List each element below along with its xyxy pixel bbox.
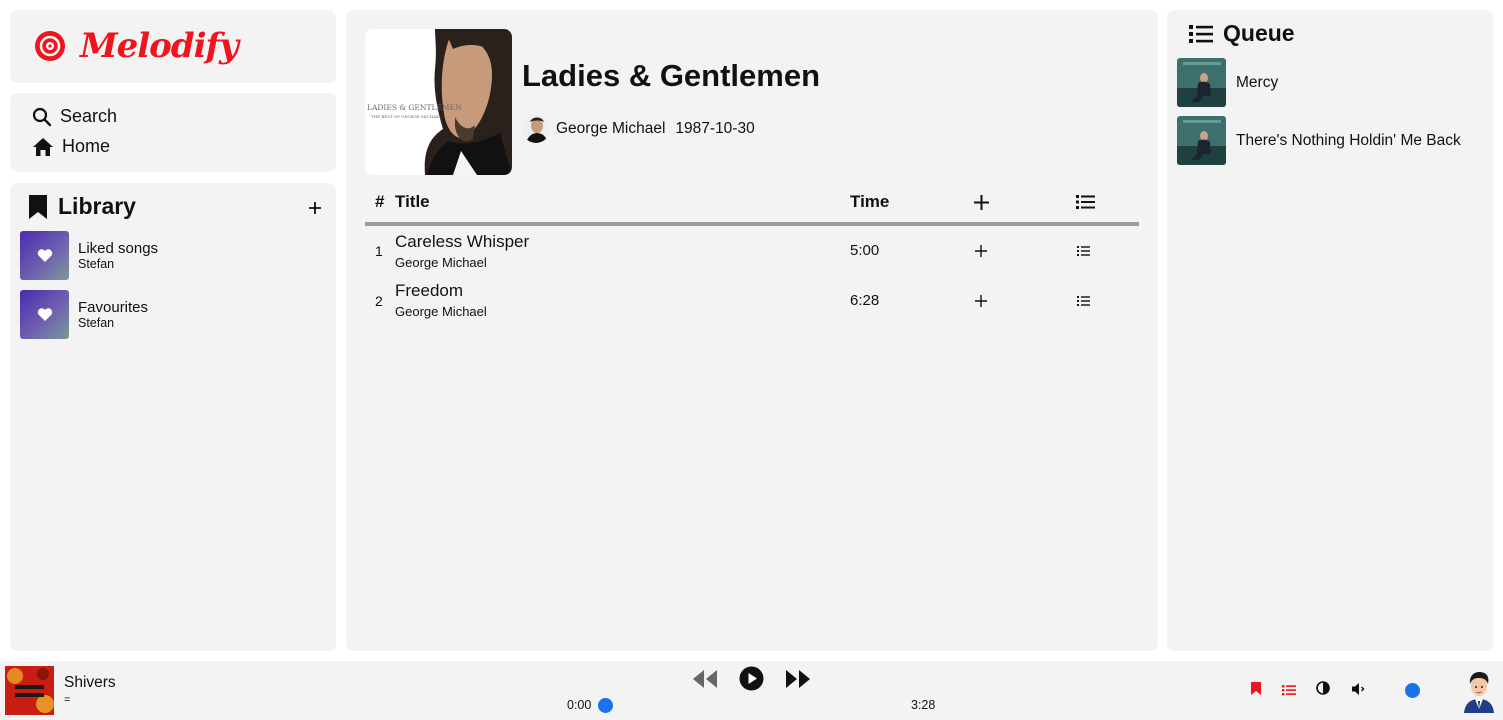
album-artist-row: George Michael 1987-10-30 xyxy=(522,115,755,143)
logo-panel: Melodify xyxy=(10,10,336,83)
now-playing-title[interactable]: Shivers xyxy=(64,674,116,692)
volume-slider-handle[interactable] xyxy=(1405,683,1420,698)
plus-icon xyxy=(309,202,321,214)
playlist-cover xyxy=(20,231,69,280)
release-date: 1987-10-30 xyxy=(675,120,755,137)
tracklist-header: # Title Time xyxy=(365,192,1139,222)
previous-button[interactable] xyxy=(692,669,718,694)
now-playing-cover[interactable] xyxy=(5,666,54,715)
queue-list-icon xyxy=(1189,24,1213,43)
heart-icon xyxy=(37,249,52,262)
library-panel: Library Liked songs Stefan Favourites St… xyxy=(10,183,336,651)
track-title[interactable]: Freedom xyxy=(395,281,463,301)
album-cover-subtitle: THE BEST OF GEORGE MICHAEL xyxy=(371,114,442,119)
plus-icon xyxy=(975,295,987,307)
album-title: Ladies & Gentlemen xyxy=(522,58,821,93)
track-row[interactable]: 1 Careless Whisper George Michael 5:00 xyxy=(365,230,1139,279)
now-playing-artist[interactable]: = xyxy=(64,694,70,706)
playlist-owner: Stefan xyxy=(78,316,115,330)
header-queue-icon xyxy=(1076,194,1095,215)
artist-avatar[interactable] xyxy=(522,115,550,143)
queue-panel: Queue Mercy There's Nothing Holdin' Me B… xyxy=(1167,10,1493,651)
album-cover-art: LADIES & GENTLEMEN THE BEST OF GEORGE MI… xyxy=(365,29,512,175)
add-to-playlist-button[interactable] xyxy=(975,294,987,312)
playlist-name: Favourites xyxy=(78,299,149,316)
track-artist[interactable]: George Michael xyxy=(395,304,487,319)
library-title: Library xyxy=(58,193,136,219)
rewind-icon xyxy=(693,670,717,688)
save-track-button[interactable] xyxy=(1250,681,1262,701)
user-avatar[interactable] xyxy=(1461,669,1497,713)
user-avatar-icon xyxy=(1464,672,1494,713)
next-button[interactable] xyxy=(785,669,811,694)
player-bar: Shivers = 0:00 3:28 xyxy=(0,661,1503,720)
add-playlist-button[interactable] xyxy=(308,195,322,221)
queue-item-title: Mercy xyxy=(1236,73,1279,91)
queue-list-icon xyxy=(1077,296,1090,306)
theme-toggle-button[interactable] xyxy=(1316,681,1330,700)
nav-panel: Search Home xyxy=(10,93,336,172)
add-to-queue-button[interactable] xyxy=(1077,294,1090,312)
queue-item-cover xyxy=(1177,58,1226,107)
fast-forward-icon xyxy=(786,670,810,688)
header-title: Title xyxy=(395,192,430,211)
bookmark-icon xyxy=(1251,682,1261,695)
track-number: 1 xyxy=(375,243,383,259)
contrast-icon xyxy=(1316,681,1330,695)
add-to-queue-button[interactable] xyxy=(1077,244,1090,262)
heart-icon xyxy=(37,308,52,321)
nav-home[interactable]: Home xyxy=(32,136,110,157)
vinyl-record-icon xyxy=(35,31,65,61)
queue-list-icon xyxy=(1077,246,1090,256)
total-time: 3:28 xyxy=(911,698,936,712)
track-number: 2 xyxy=(375,293,383,309)
play-button[interactable] xyxy=(739,666,764,696)
play-icon xyxy=(739,666,764,691)
add-to-playlist-button[interactable] xyxy=(975,244,987,262)
header-add-icon xyxy=(973,194,990,216)
playlist-owner: Stefan xyxy=(78,257,115,271)
queue-header: Queue xyxy=(1189,20,1295,47)
artist-name[interactable]: George Michael xyxy=(556,120,665,138)
search-icon xyxy=(32,107,52,126)
nav-search-label: Search xyxy=(60,106,118,126)
nav-search[interactable]: Search xyxy=(32,106,117,127)
playlist-name: Liked songs xyxy=(78,240,159,257)
library-header: Library xyxy=(28,193,136,220)
queue-item[interactable]: Mercy xyxy=(1177,58,1278,107)
current-time: 0:00 xyxy=(567,698,592,712)
track-time: 6:28 xyxy=(850,292,880,309)
app-name: Melodify xyxy=(80,26,239,66)
playlist-item[interactable]: Favourites Stefan xyxy=(20,290,148,339)
volume-button[interactable] xyxy=(1351,682,1366,701)
album-cover-title: LADIES & GENTLEMEN xyxy=(367,103,462,112)
queue-toggle-button[interactable] xyxy=(1282,683,1296,701)
header-number: # xyxy=(375,192,385,211)
album-cover: LADIES & GENTLEMEN THE BEST OF GEORGE MI… xyxy=(365,29,512,175)
track-title[interactable]: Careless Whisper xyxy=(395,232,529,252)
album-view: LADIES & GENTLEMEN THE BEST OF GEORGE MI… xyxy=(346,10,1158,651)
queue-list-icon xyxy=(1282,685,1296,696)
playlist-cover xyxy=(20,290,69,339)
track-row[interactable]: 2 Freedom George Michael 6:28 xyxy=(365,279,1139,328)
queue-item-cover xyxy=(1177,116,1226,165)
volume-icon xyxy=(1352,683,1365,695)
tracklist-divider xyxy=(365,222,1139,226)
bookmark-icon xyxy=(29,194,47,219)
track-artist[interactable]: George Michael xyxy=(395,255,487,270)
header-time: Time xyxy=(850,192,890,211)
app-logo[interactable]: Melodify xyxy=(34,26,239,66)
plus-icon xyxy=(975,245,987,257)
seek-slider-handle[interactable] xyxy=(598,698,613,713)
queue-item-title: There's Nothing Holdin' Me Back xyxy=(1236,131,1461,149)
queue-item[interactable]: There's Nothing Holdin' Me Back xyxy=(1177,116,1461,165)
queue-title: Queue xyxy=(1223,20,1295,46)
home-icon xyxy=(33,137,53,156)
nav-home-label: Home xyxy=(62,136,111,156)
playlist-item[interactable]: Liked songs Stefan xyxy=(20,231,158,280)
track-time: 5:00 xyxy=(850,242,880,259)
